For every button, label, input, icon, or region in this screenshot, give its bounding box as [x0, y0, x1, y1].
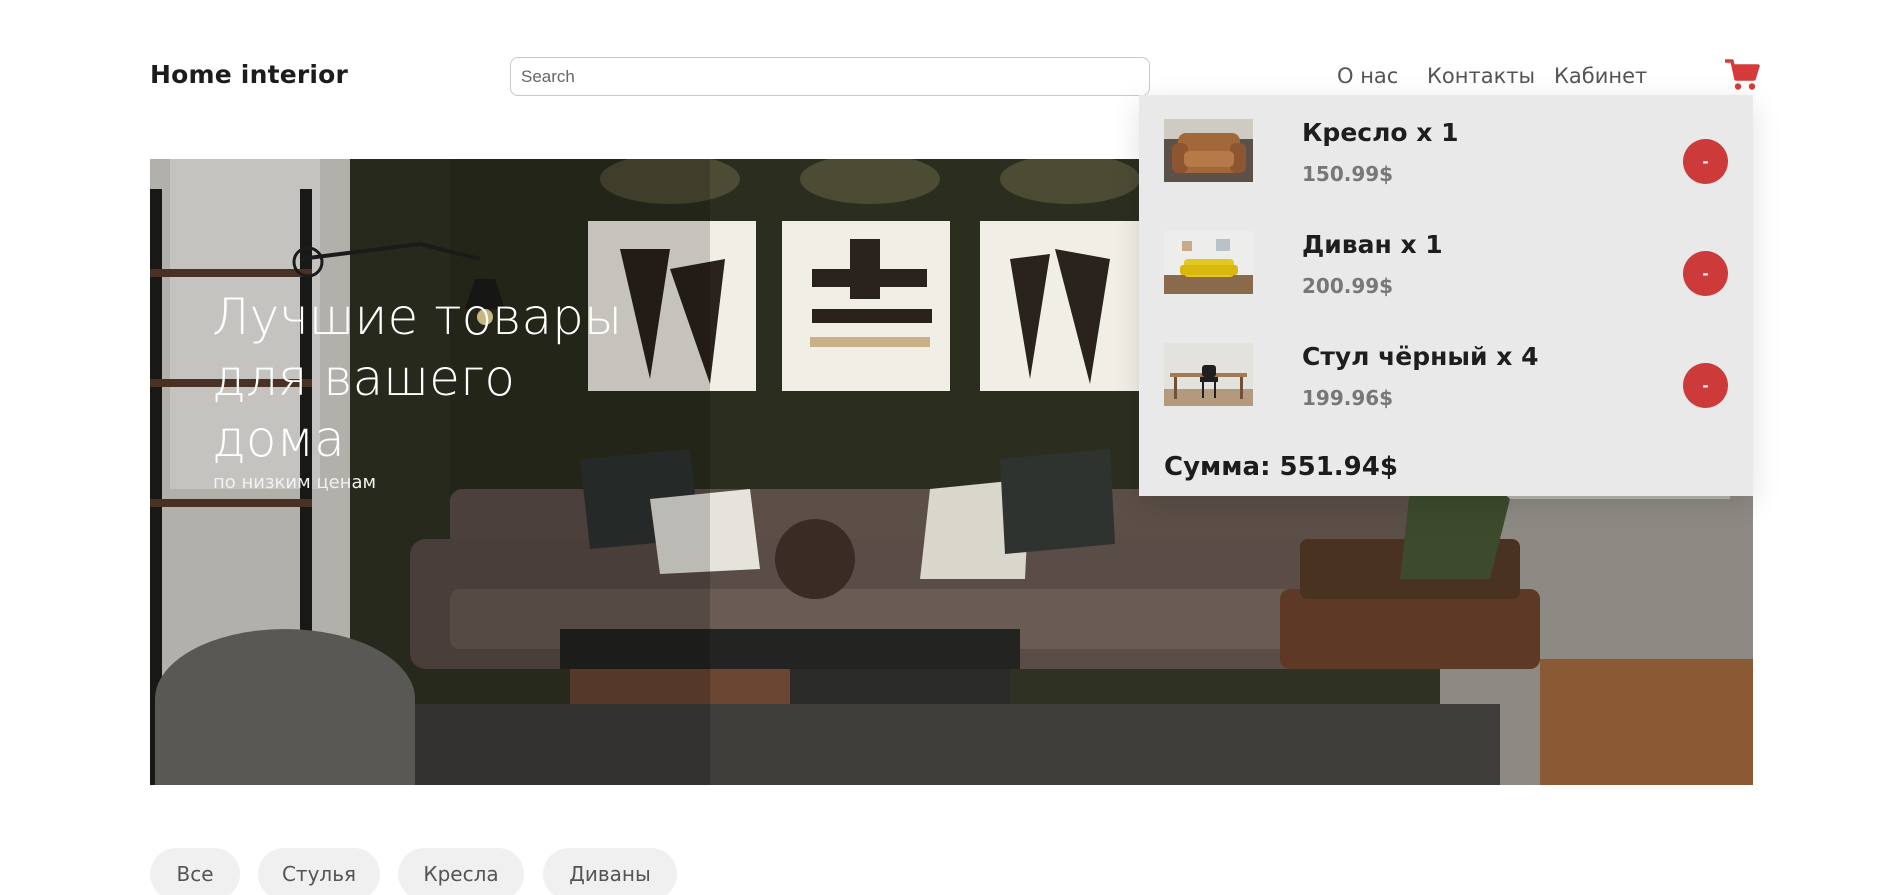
filter-all-button[interactable]: Все: [150, 848, 240, 895]
nav-link-cabinet[interactable]: Кабинет: [1554, 64, 1647, 88]
cart-item-price: 200.99$: [1302, 274, 1394, 298]
armchair-thumbnail: [1164, 119, 1253, 182]
nav-link-contacts[interactable]: Контакты: [1427, 64, 1535, 88]
remove-item-button[interactable]: -: [1683, 363, 1728, 408]
remove-item-button[interactable]: -: [1683, 251, 1728, 296]
nav-link-about[interactable]: О нас: [1337, 64, 1398, 88]
black-chair-thumbnail: [1164, 343, 1253, 406]
cart-item-price: 150.99$: [1302, 162, 1394, 186]
sofa-thumbnail: [1164, 231, 1253, 294]
hero-subtitle: по низким ценам: [213, 472, 377, 493]
cart-total: Сумма: 551.94$: [1164, 452, 1398, 482]
remove-item-button[interactable]: -: [1683, 139, 1728, 184]
shopping-cart-icon[interactable]: [1725, 58, 1761, 92]
hero-title: Лучшие товары для вашего дома: [212, 288, 623, 468]
cart-item-price: 199.96$: [1302, 386, 1394, 410]
cart-item-name: Кресло x 1: [1302, 118, 1459, 147]
filter-sofas-button[interactable]: Диваны: [543, 848, 677, 895]
cart-dropdown: Кресло x 1 150.99$ - Диван x 1 200.99$ -: [1139, 95, 1753, 496]
cart-item: Кресло x 1 150.99$ -: [1164, 118, 1734, 186]
filter-chairs-button[interactable]: Стулья: [258, 848, 380, 895]
filter-armchairs-button[interactable]: Кресла: [398, 848, 524, 895]
cart-item: Диван x 1 200.99$ -: [1164, 230, 1734, 298]
search-input[interactable]: [510, 57, 1150, 96]
site-logo[interactable]: Home interior: [150, 60, 348, 89]
cart-item-name: Диван x 1: [1302, 230, 1443, 259]
cart-item-name: Стул чёрный x 4: [1302, 342, 1539, 371]
cart-item: Стул чёрный x 4 199.96$ -: [1164, 342, 1734, 410]
